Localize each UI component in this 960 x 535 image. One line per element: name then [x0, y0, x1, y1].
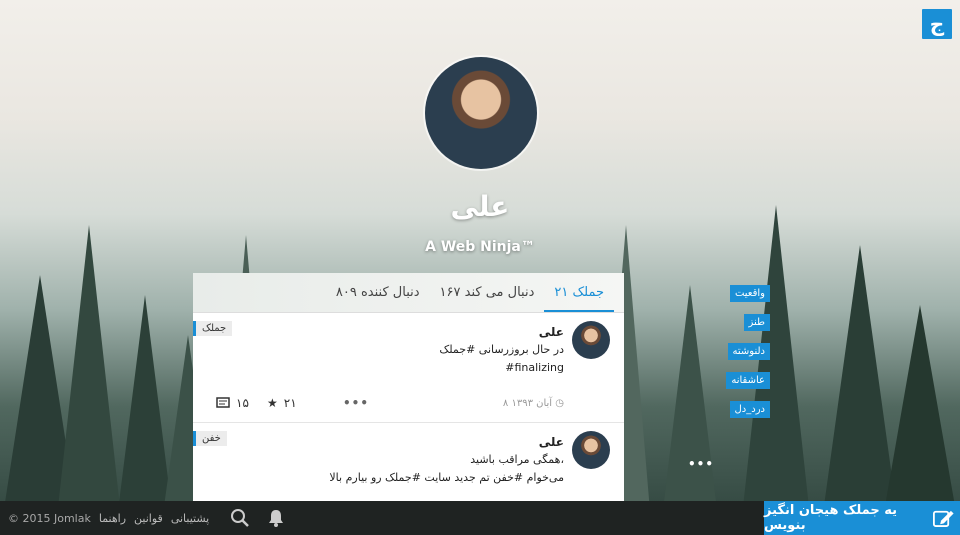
post-avatar[interactable]: [572, 321, 610, 359]
more-hashtags-icon[interactable]: •••: [688, 457, 714, 471]
hashtag-item[interactable]: دلنوشته: [727, 343, 770, 360]
write-jomlak-button[interactable]: یه جملک هیجان انگیز بنویس: [764, 501, 960, 535]
post-text-line: همگی مراقب باشید،: [470, 453, 564, 466]
hashtag-item[interactable]: واقعیت: [729, 285, 770, 302]
search-icon[interactable]: [230, 508, 250, 528]
star-count: ۲۱: [283, 396, 297, 410]
post-text-line: می‌خوام #خفن تم جدید سایت #جملک رو بیارم…: [329, 471, 564, 484]
post-tag[interactable]: جملک: [193, 321, 233, 336]
star-button[interactable]: ★ ۲۱: [267, 396, 297, 410]
post-author[interactable]: علی: [539, 325, 564, 339]
comment-icon: [216, 396, 230, 408]
profile-name: علی: [450, 190, 510, 223]
tab-following[interactable]: ۱۶۷ دنبال می کند: [430, 273, 545, 312]
profile-tagline: A Web Ninja™: [425, 239, 535, 255]
bell-icon[interactable]: [268, 509, 284, 527]
profile-feed: ۲۱ جملک ۱۶۷ دنبال می کند ۸۰۹ دنبال کننده…: [193, 273, 624, 501]
hashtag-list: واقعیت طنز دلنوشته عاشقانه درد_دل: [726, 285, 770, 418]
post-author[interactable]: علی: [539, 435, 564, 449]
hashtag-item[interactable]: عاشقانه: [726, 372, 770, 389]
star-icon: ★: [267, 396, 278, 410]
profile-avatar: [425, 57, 537, 169]
clock-icon: ◷: [555, 398, 564, 409]
footer-links: © 2015 Jomlak راهنما قوانین پشتیبانی: [0, 501, 209, 535]
post-item: جملک علی در حال بروزرسانی #جملک #finaliz…: [193, 313, 624, 423]
post-item: خفن علی همگی مراقب باشید، می‌خوام #خفن ت…: [193, 423, 624, 501]
tab-followers[interactable]: ۸۰۹ دنبال کننده: [326, 273, 430, 312]
feed-tabs: ۲۱ جملک ۱۶۷ دنبال می کند ۸۰۹ دنبال کننده: [193, 273, 624, 313]
post-time-text: ۸ آبان ۱۳۹۳: [502, 398, 553, 409]
post-meta: ۸ آبان ۱۳۹۳ ◷ ••• ★ ۲۱ ۱۵: [193, 396, 624, 414]
copyright-text: © 2015 Jomlak: [8, 511, 91, 525]
edit-icon: [932, 510, 954, 527]
post-avatar[interactable]: [572, 431, 610, 469]
footer-link-support[interactable]: پشتیبانی: [171, 512, 209, 525]
post-time: ۸ آبان ۱۳۹۳ ◷: [503, 398, 564, 409]
footer-link-rules[interactable]: قوانین: [134, 512, 163, 525]
tab-jomlaks[interactable]: ۲۱ جملک: [544, 273, 614, 312]
site-logo[interactable]: ج: [922, 9, 952, 39]
write-button-label: یه جملک هیجان انگیز بنویس: [764, 503, 898, 533]
footer-link-help[interactable]: راهنما: [99, 512, 126, 525]
post-tag[interactable]: خفن: [193, 431, 227, 446]
logo-text: ج: [929, 12, 945, 36]
comment-count: ۱۵: [236, 396, 249, 410]
post-text-line: در حال بروزرسانی #جملک: [439, 343, 564, 356]
hashtag-item[interactable]: درد_دل: [729, 401, 770, 418]
footer-icons: [230, 501, 284, 535]
comment-button[interactable]: ۱۵: [216, 396, 249, 410]
post-text-line: #finalizing: [505, 361, 564, 374]
footer-bar: © 2015 Jomlak راهنما قوانین پشتیبانی یه …: [0, 501, 960, 535]
hashtag-item[interactable]: طنز: [743, 314, 770, 331]
more-icon[interactable]: •••: [343, 396, 369, 410]
